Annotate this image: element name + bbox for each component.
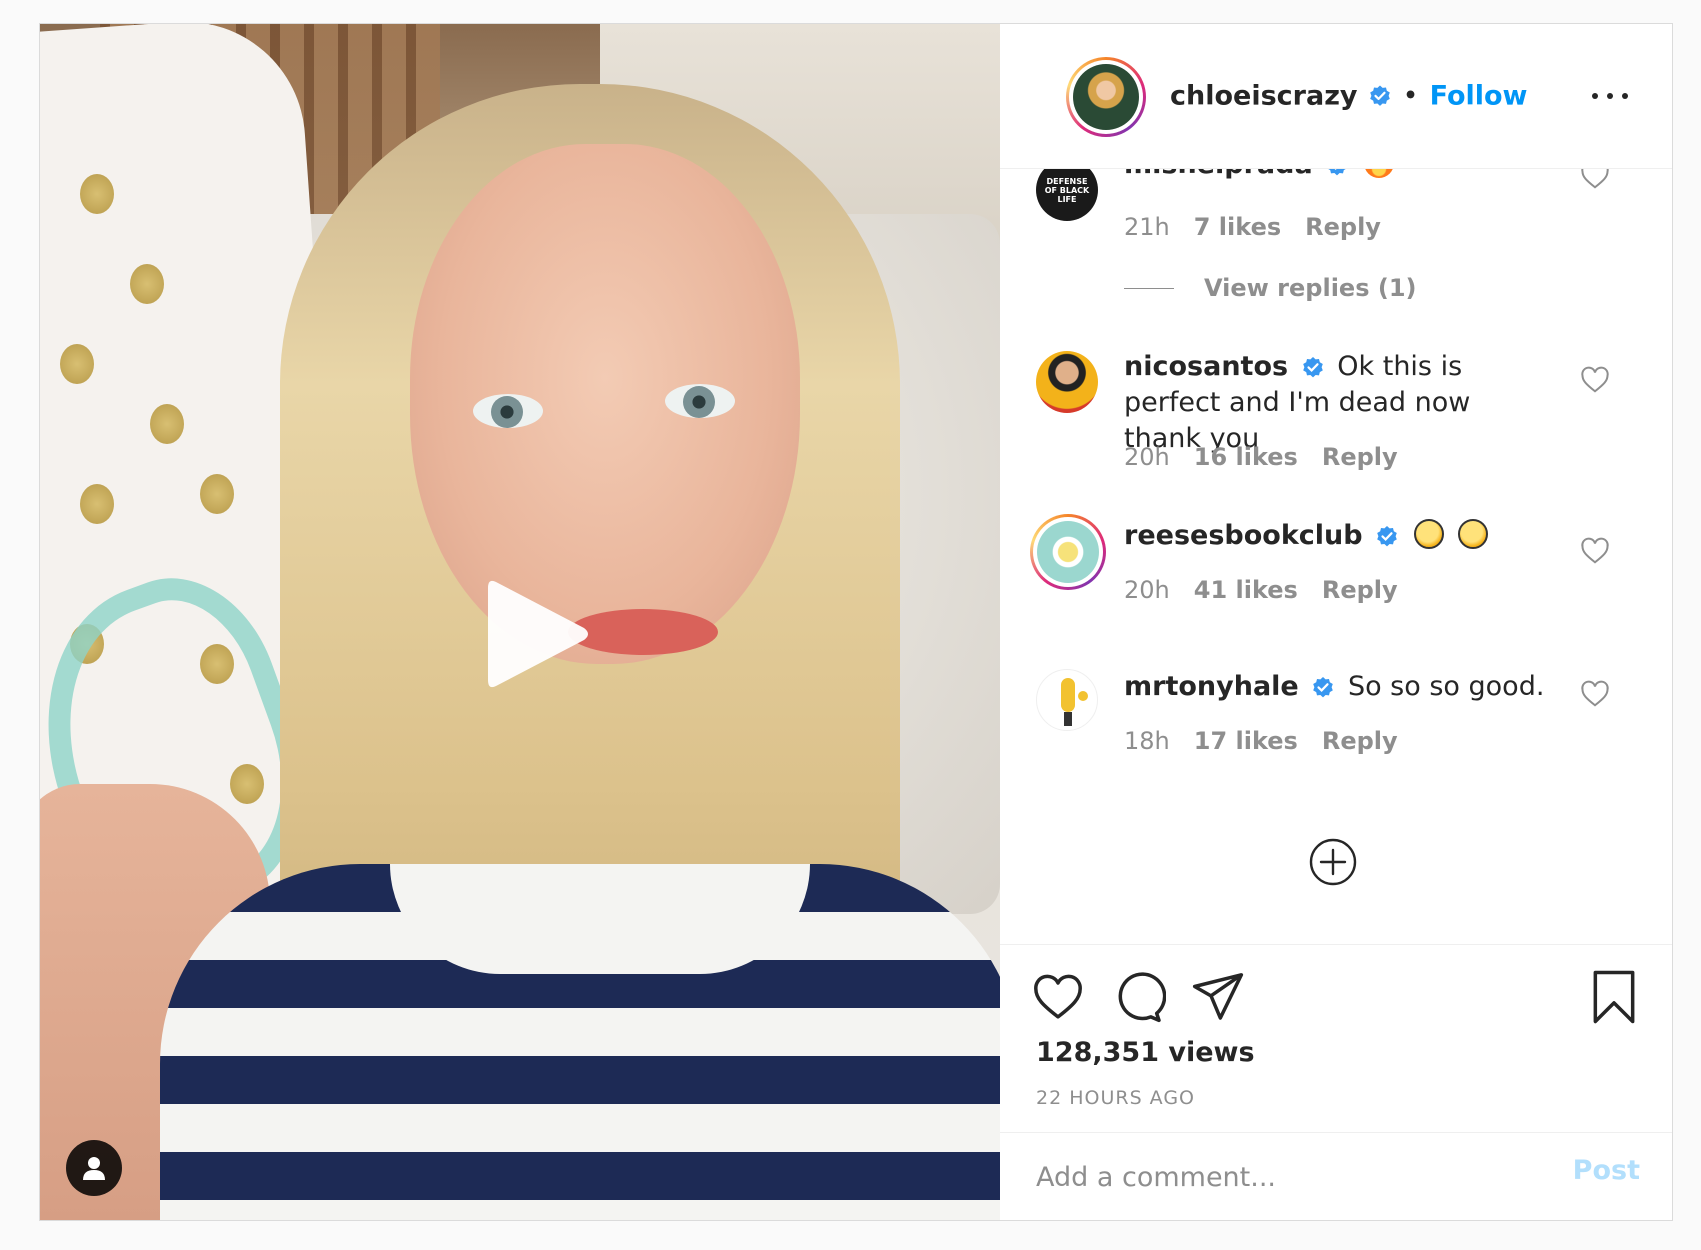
comment-likes[interactable]: 41 likes (1194, 576, 1298, 604)
pillow-dot (150, 404, 184, 444)
more-options-icon[interactable] (1586, 80, 1634, 112)
comment-text: nicosantos Ok this is perfect and I'm de… (1124, 349, 1554, 457)
load-more-comments-icon[interactable] (1308, 837, 1358, 887)
share-paper-plane-icon[interactable] (1190, 969, 1246, 1025)
view-replies-line (1124, 287, 1174, 289)
avatar[interactable] (1036, 351, 1098, 413)
view-count[interactable]: 128,351 views (1036, 1037, 1255, 1068)
view-replies-button[interactable]: View replies (1) (1124, 274, 1416, 302)
video-subject-eye (665, 384, 735, 418)
post-side-panel: chloeiscrazy • Follow DEFENSE OF BLACK L… (1000, 24, 1672, 1220)
comment-time: 20h (1124, 443, 1170, 471)
post-timestamp[interactable]: 22 HOURS AGO (1036, 1087, 1195, 1109)
comment-time: 21h (1124, 213, 1170, 241)
author-avatar-story-ring[interactable] (1066, 57, 1146, 137)
post-video[interactable] (40, 24, 1000, 1220)
comment-text: misheiprada (1124, 169, 1554, 183)
comment-reply-button[interactable]: Reply (1322, 443, 1398, 471)
comment-like-heart-icon[interactable] (1580, 365, 1610, 395)
like-heart-icon[interactable] (1030, 969, 1086, 1025)
avatar[interactable]: DEFENSE OF BLACK LIFE (1036, 169, 1098, 221)
comment-meta: 20h 16 likes Reply (1124, 443, 1398, 471)
comment-like-heart-icon[interactable] (1580, 536, 1610, 566)
comment-likes[interactable]: 17 likes (1194, 727, 1298, 755)
comment-reply-button[interactable]: Reply (1322, 727, 1398, 755)
post-actions: 128,351 views 22 HOURS AGO (1000, 944, 1672, 1145)
avatar (1037, 521, 1099, 583)
pillow-dot (80, 174, 114, 214)
author-username[interactable]: chloeiscrazy (1170, 81, 1358, 112)
add-comment-input[interactable] (1034, 1151, 1538, 1203)
comment-content: So so so good. (1347, 671, 1545, 702)
pillow-dot (60, 344, 94, 384)
verified-badge-icon (1313, 676, 1334, 697)
view-replies-label: View replies (1) (1204, 274, 1417, 302)
fire-emoji-icon (1363, 169, 1394, 178)
save-bookmark-icon[interactable] (1586, 969, 1642, 1025)
pillow-dot (200, 474, 234, 514)
comment-item: DEFENSE OF BLACK LIFE misheiprada 21h 7 … (1000, 169, 1672, 319)
header-separator: • (1403, 83, 1418, 109)
pillow-dot (130, 264, 164, 304)
comment-reply-button[interactable]: Reply (1322, 576, 1398, 604)
comment-meta: 21h 7 likes Reply (1124, 213, 1381, 241)
comment-username[interactable]: nicosantos (1124, 351, 1288, 382)
avatar-story-ring[interactable] (1030, 514, 1106, 590)
play-icon[interactable] (452, 554, 612, 714)
avatar[interactable] (1036, 669, 1098, 731)
comment-like-heart-icon[interactable] (1580, 169, 1610, 191)
comment-username[interactable]: misheiprada (1124, 169, 1313, 180)
verified-badge-icon (1377, 525, 1397, 546)
rofl-emoji-icon (1413, 519, 1444, 549)
follow-button[interactable]: Follow (1430, 81, 1528, 112)
comment-like-heart-icon[interactable] (1580, 679, 1610, 709)
comment-meta: 20h 41 likes Reply (1124, 576, 1398, 604)
video-subject-collar (390, 864, 810, 974)
comment-likes[interactable]: 16 likes (1194, 443, 1298, 471)
pillow-dot (80, 484, 114, 524)
comment-reply-button[interactable]: Reply (1305, 213, 1381, 241)
verified-badge-icon (1369, 85, 1390, 106)
post-comment-button[interactable]: Post (1573, 1155, 1640, 1186)
video-subject-eye (473, 394, 543, 428)
tagged-users-icon[interactable] (66, 1140, 122, 1196)
avatar-logo-text: DEFENSE OF BLACK LIFE (1044, 176, 1090, 204)
comment-likes[interactable]: 7 likes (1194, 213, 1281, 241)
verified-badge-icon (1329, 169, 1346, 175)
comment-item: reesesbookclub 20h 41 likes Reply (1000, 514, 1672, 644)
post-header: chloeiscrazy • Follow (1000, 24, 1672, 169)
comment-username[interactable]: reesesbookclub (1124, 520, 1363, 551)
comment-item: mrtonyhale So so so good. 18h 17 likes R… (1000, 669, 1672, 799)
avatar (1073, 64, 1139, 130)
comment-item: nicosantos Ok this is perfect and I'm de… (1000, 349, 1672, 499)
comment-text: reesesbookclub (1124, 518, 1554, 554)
comment-text: mrtonyhale So so so good. (1124, 669, 1554, 705)
instagram-post: chloeiscrazy • Follow DEFENSE OF BLACK L… (39, 23, 1673, 1221)
rofl-emoji-icon (1458, 519, 1489, 549)
comment-time: 18h (1124, 727, 1170, 755)
comment-bubble-icon[interactable] (1110, 969, 1167, 1025)
comment-username[interactable]: mrtonyhale (1124, 671, 1299, 702)
comments-list[interactable]: DEFENSE OF BLACK LIFE misheiprada 21h 7 … (1000, 169, 1672, 943)
verified-badge-icon (1302, 356, 1323, 377)
add-comment-bar: Post (1000, 1132, 1672, 1221)
comment-meta: 18h 17 likes Reply (1124, 727, 1398, 755)
comment-time: 20h (1124, 576, 1170, 604)
